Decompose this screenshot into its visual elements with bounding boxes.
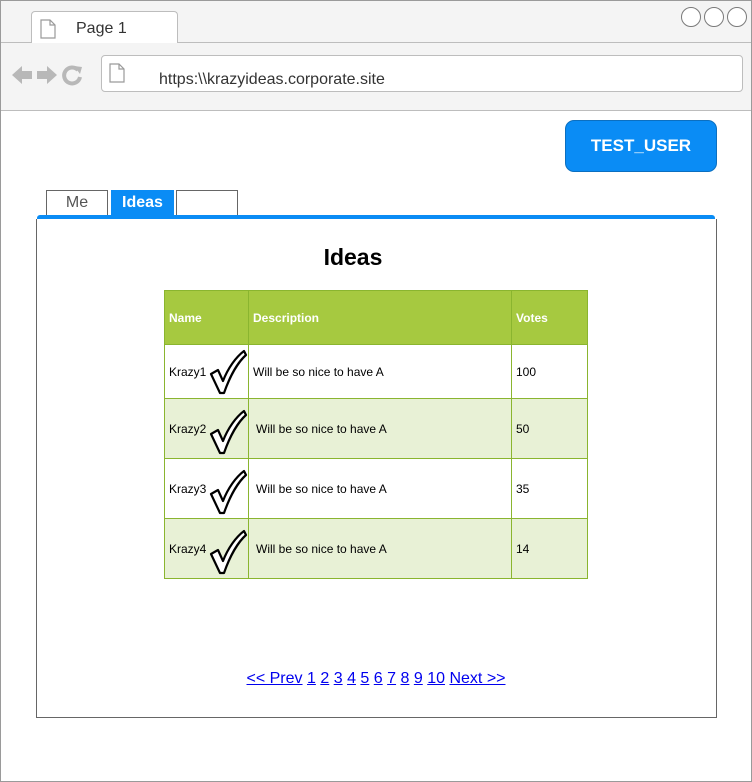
page-link-9[interactable]: 9 (414, 670, 423, 687)
checkmark-icon (208, 348, 248, 399)
user-button[interactable]: TEST_USER (565, 120, 717, 172)
tab-blank[interactable] (176, 190, 238, 215)
tab-me[interactable]: Me (46, 190, 108, 215)
browser-tab[interactable]: Page 1 (31, 11, 178, 43)
browser-toolbar: https:\\krazyideas.corporate.site (1, 43, 751, 111)
page-title: Ideas (323, 244, 383, 270)
page-link-8[interactable]: 8 (401, 670, 410, 687)
name-cell: Krazy2 (164, 398, 249, 459)
votes-cell: 14 (511, 518, 588, 579)
page-link-2[interactable]: 2 (320, 670, 329, 687)
back-arrow-icon[interactable] (11, 65, 33, 90)
page-icon (40, 19, 56, 44)
next-page-link[interactable]: Next >> (449, 670, 505, 687)
table-row[interactable]: Krazy3 Will be so nice to have A 35 (164, 458, 588, 519)
idea-name: Krazy3 (169, 481, 207, 496)
name-cell: Krazy4 (164, 518, 249, 579)
column-header-votes: Votes (511, 290, 588, 345)
page-link-10[interactable]: 10 (427, 670, 445, 687)
forward-arrow-icon[interactable] (36, 65, 58, 90)
page-icon (109, 63, 125, 88)
reload-icon[interactable] (61, 64, 83, 91)
page-link-7[interactable]: 7 (387, 670, 396, 687)
tab-ideas[interactable]: Ideas (111, 190, 174, 215)
name-cell: Krazy1 (164, 344, 249, 399)
checkmark-icon (208, 408, 248, 459)
table-row[interactable]: Krazy2 Will be so nice to have A 50 (164, 398, 588, 459)
description-cell: Will be so nice to have A (248, 344, 512, 399)
idea-name: Krazy4 (169, 541, 207, 556)
pagination: << Prev 1 2 3 4 5 6 7 8 9 10 Next >> (0, 670, 752, 688)
address-bar[interactable]: https:\\krazyideas.corporate.site (101, 55, 743, 92)
description-cell: Will be so nice to have A (248, 398, 512, 459)
votes-cell: 50 (511, 398, 588, 459)
prev-page-link[interactable]: << Prev (247, 670, 303, 687)
checkmark-icon (208, 468, 248, 519)
page-link-5[interactable]: 5 (360, 670, 369, 687)
window-controls (681, 7, 747, 27)
page-link-6[interactable]: 6 (374, 670, 383, 687)
name-cell: Krazy3 (164, 458, 249, 519)
description-cell: Will be so nice to have A (248, 518, 512, 579)
maximize-button[interactable] (704, 7, 724, 27)
idea-name: Krazy2 (169, 421, 207, 436)
page-link-1[interactable]: 1 (307, 670, 316, 687)
votes-cell: 35 (511, 458, 588, 519)
browser-tab-label: Page 1 (76, 20, 127, 37)
browser-titlebar: Page 1 (1, 1, 751, 43)
column-header-name: Name (164, 290, 249, 345)
page-link-3[interactable]: 3 (334, 670, 343, 687)
ideas-table: Name Description Votes Krazy1 Will be so… (164, 290, 588, 579)
page-link-4[interactable]: 4 (347, 670, 356, 687)
close-button[interactable] (727, 7, 747, 27)
minimize-button[interactable] (681, 7, 701, 27)
checkmark-icon (208, 528, 248, 579)
table-row[interactable]: Krazy4 Will be so nice to have A 14 (164, 518, 588, 579)
table-row[interactable]: Krazy1 Will be so nice to have A 100 (164, 344, 588, 399)
idea-name: Krazy1 (169, 364, 207, 379)
column-header-description: Description (248, 290, 512, 345)
votes-cell: 100 (511, 344, 588, 399)
description-cell: Will be so nice to have A (248, 458, 512, 519)
url-text: https:\\krazyideas.corporate.site (159, 71, 385, 88)
